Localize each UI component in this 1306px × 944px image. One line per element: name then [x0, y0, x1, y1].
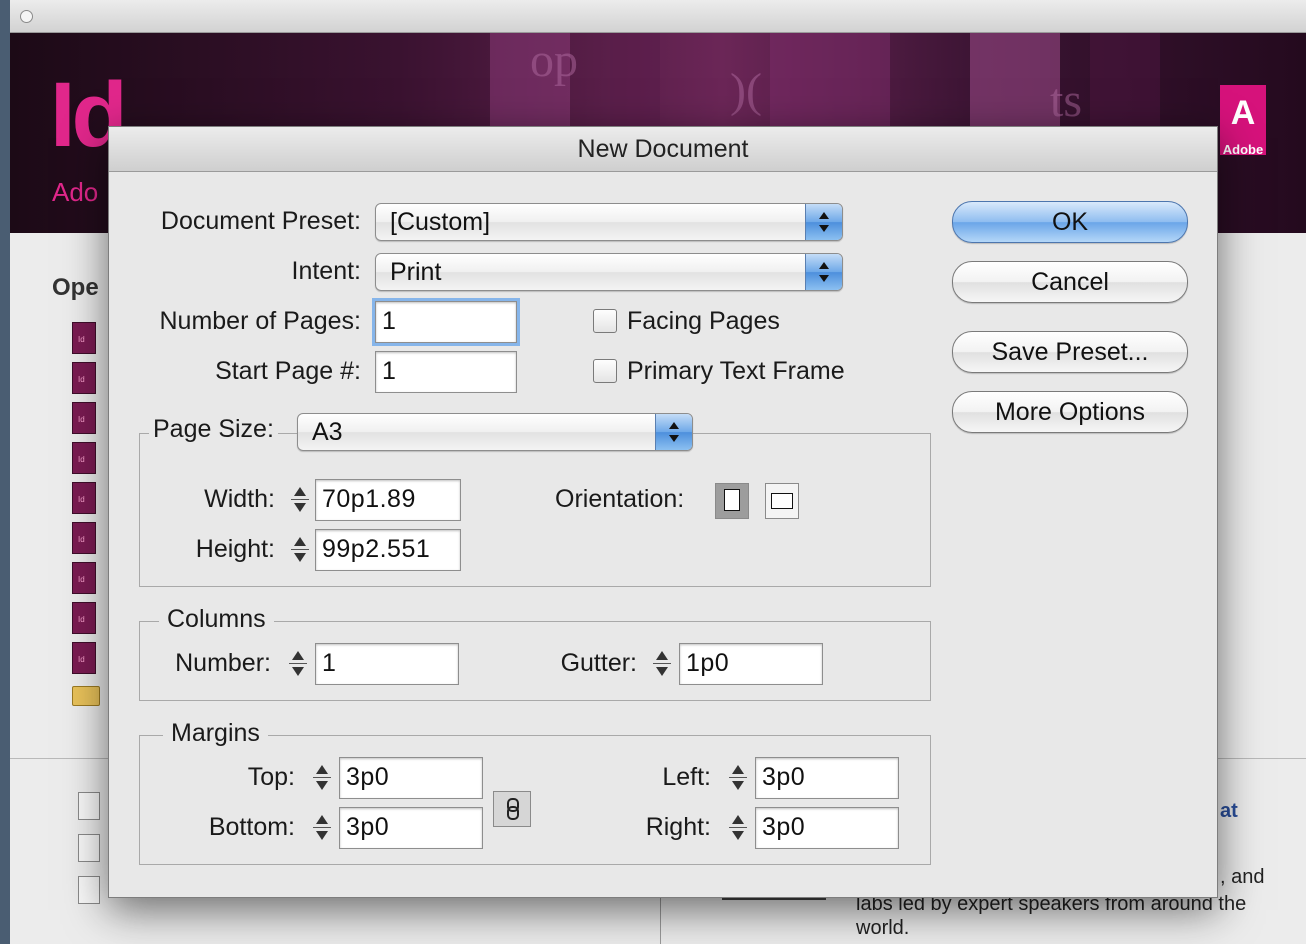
number-of-pages-label: Number of Pages:	[159, 307, 362, 335]
document-preset-value: [Custom]	[390, 208, 491, 236]
recent-file-icon[interactable]	[72, 442, 96, 474]
margin-left-value: 3p0	[762, 763, 806, 791]
partial-link[interactable]: at	[1220, 800, 1238, 823]
open-section-heading: Ope	[52, 274, 99, 301]
margin-top-label: Top:	[247, 763, 295, 791]
number-of-pages-field[interactable]: 1	[375, 301, 517, 343]
column-number-value: 1	[322, 649, 337, 677]
recent-file-icon[interactable]	[72, 642, 96, 674]
intent-label: Intent:	[291, 257, 362, 285]
columns-title: Columns	[159, 605, 274, 634]
landscape-icon	[771, 493, 793, 509]
margin-left-field[interactable]: 3p0	[755, 757, 899, 799]
margin-left-label: Left:	[662, 763, 711, 791]
landscape-orientation-button[interactable]	[765, 483, 799, 519]
gutter-field[interactable]: 1p0	[679, 643, 823, 685]
width-stepper-icon[interactable]	[287, 481, 313, 519]
cancel-button[interactable]: Cancel	[952, 261, 1188, 303]
document-preset-label: Document Preset:	[160, 207, 361, 235]
column-number-field[interactable]: 1	[315, 643, 459, 685]
partial-text: , and	[1220, 866, 1265, 888]
gutter-label: Gutter:	[560, 649, 637, 677]
column-number-stepper-icon[interactable]	[285, 645, 311, 683]
document-icon	[78, 834, 100, 862]
open-folder-icon[interactable]	[72, 686, 100, 706]
intent-value: Print	[390, 258, 442, 286]
gutter-value: 1p0	[686, 649, 730, 677]
recent-file-icon[interactable]	[72, 562, 96, 594]
margin-bottom-field[interactable]: 3p0	[339, 807, 483, 849]
popup-arrows-icon	[655, 414, 692, 450]
margin-left-stepper-icon[interactable]	[725, 759, 751, 797]
recent-file-icon[interactable]	[72, 522, 96, 554]
margin-right-label: Right:	[645, 813, 711, 841]
page-size-select[interactable]: A3	[297, 413, 693, 451]
dialog-title: New Document	[109, 127, 1217, 172]
welcome-title-bar	[10, 0, 1306, 33]
margin-top-stepper-icon[interactable]	[309, 759, 335, 797]
column-number-label: Number:	[175, 649, 271, 677]
recent-file-icon[interactable]	[72, 602, 96, 634]
margin-bottom-value: 3p0	[346, 813, 390, 841]
page-size-value: A3	[312, 418, 343, 446]
margin-right-stepper-icon[interactable]	[725, 809, 751, 847]
height-field[interactable]: 99p2.551	[315, 529, 461, 571]
recent-file-icon[interactable]	[72, 362, 96, 394]
height-label: Height:	[195, 535, 275, 563]
width-value: 70p1.89	[322, 485, 416, 513]
promo-text: labs led by expert speakers from around …	[856, 893, 1247, 939]
recent-file-icon[interactable]	[72, 482, 96, 514]
window-close-icon[interactable]	[20, 10, 33, 23]
margin-top-field[interactable]: 3p0	[339, 757, 483, 799]
popup-arrows-icon	[805, 204, 842, 240]
portrait-icon	[724, 489, 740, 511]
margin-right-field[interactable]: 3p0	[755, 807, 899, 849]
adobe-app-name: Ado	[52, 177, 99, 207]
document-icon	[78, 876, 100, 904]
width-field[interactable]: 70p1.89	[315, 479, 461, 521]
margin-bottom-stepper-icon[interactable]	[309, 809, 335, 847]
height-stepper-icon[interactable]	[287, 531, 313, 569]
height-value: 99p2.551	[322, 535, 431, 563]
recent-file-icon[interactable]	[72, 402, 96, 434]
ok-button[interactable]: OK	[952, 201, 1188, 243]
gutter-stepper-icon[interactable]	[649, 645, 675, 683]
portrait-orientation-button[interactable]	[715, 483, 749, 519]
link-margins-chain-icon[interactable]	[493, 791, 531, 827]
adobe-logo-icon: A Adobe	[1220, 85, 1266, 157]
facing-pages-checkbox[interactable]	[593, 309, 617, 333]
page-size-label: Page Size:	[149, 415, 278, 444]
primary-text-frame-label[interactable]: Primary Text Frame	[627, 357, 845, 386]
margin-top-value: 3p0	[346, 763, 390, 791]
recent-file-icon[interactable]	[72, 322, 96, 354]
width-label: Width:	[204, 485, 275, 513]
orientation-label: Orientation:	[555, 485, 685, 513]
margins-title: Margins	[163, 719, 268, 748]
margin-bottom-label: Bottom:	[208, 813, 295, 841]
start-page-value: 1	[382, 357, 397, 385]
save-preset-button[interactable]: Save Preset...	[952, 331, 1188, 373]
document-icon	[78, 792, 100, 820]
intent-select[interactable]: Print	[375, 253, 843, 291]
start-page-field[interactable]: 1	[375, 351, 517, 393]
margin-right-value: 3p0	[762, 813, 806, 841]
new-document-dialog: New Document Document Preset: [Custom] I…	[108, 126, 1218, 898]
number-of-pages-value: 1	[382, 307, 397, 335]
start-page-label: Start Page #:	[215, 357, 361, 385]
primary-text-frame-checkbox[interactable]	[593, 359, 617, 383]
facing-pages-label[interactable]: Facing Pages	[627, 307, 780, 336]
document-preset-select[interactable]: [Custom]	[375, 203, 843, 241]
more-options-button[interactable]: More Options	[952, 391, 1188, 433]
popup-arrows-icon	[805, 254, 842, 290]
